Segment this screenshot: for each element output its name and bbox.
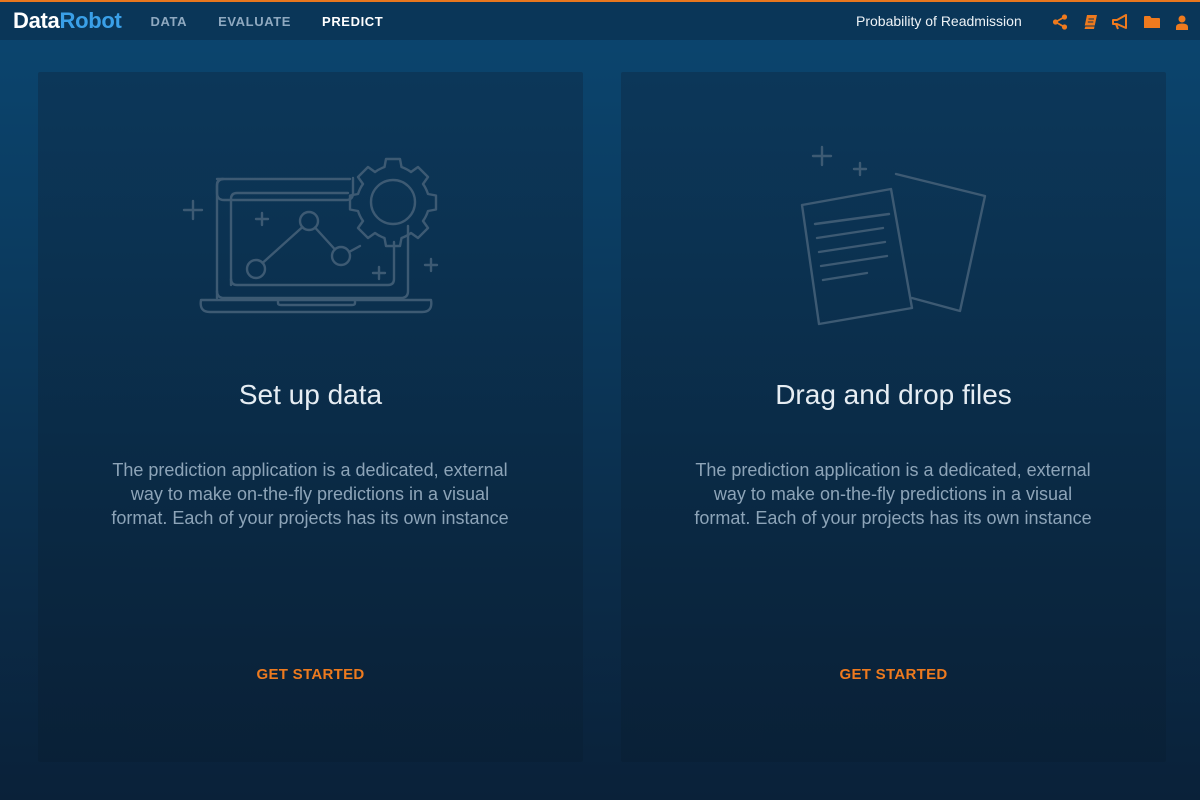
megaphone-icon[interactable]	[1111, 13, 1131, 31]
main-nav: DATA EVALUATE PREDICT	[151, 14, 415, 29]
top-navigation-bar: Data Robot DATA EVALUATE PREDICT Probabil…	[0, 0, 1200, 40]
share-icon[interactable]	[1050, 13, 1070, 31]
drag-drop-files-card[interactable]: Drag and drop files The prediction appli…	[621, 72, 1166, 762]
logo-text-data: Data	[13, 8, 60, 33]
laptop-chart-gear-icon	[182, 157, 439, 314]
nav-tab-data[interactable]: DATA	[151, 14, 188, 29]
folder-icon[interactable]	[1142, 13, 1162, 31]
logo-text-robot: Robot	[59, 8, 122, 33]
get-started-button[interactable]: GET STARTED	[621, 666, 1166, 683]
card-title: Set up data	[238, 379, 383, 410]
get-started-button[interactable]: GET STARTED	[38, 666, 583, 683]
project-name[interactable]: Probability of Readmission	[856, 13, 1022, 29]
documents-icon	[800, 145, 987, 326]
nav-tab-evaluate[interactable]: EVALUATE	[218, 14, 291, 29]
card-description: The prediction application is a dedicate…	[694, 460, 1092, 528]
card-description: The prediction application is a dedicate…	[111, 460, 509, 528]
card-title: Drag and drop files	[775, 379, 1012, 410]
setup-data-card: Set up data The prediction application i…	[38, 72, 583, 762]
top-icon-group	[1050, 13, 1200, 31]
book-icon[interactable]	[1081, 13, 1101, 31]
nav-tab-predict[interactable]: PREDICT	[322, 14, 383, 29]
user-icon[interactable]	[1172, 13, 1192, 31]
datarobot-logo[interactable]: Data Robot	[13, 10, 122, 32]
